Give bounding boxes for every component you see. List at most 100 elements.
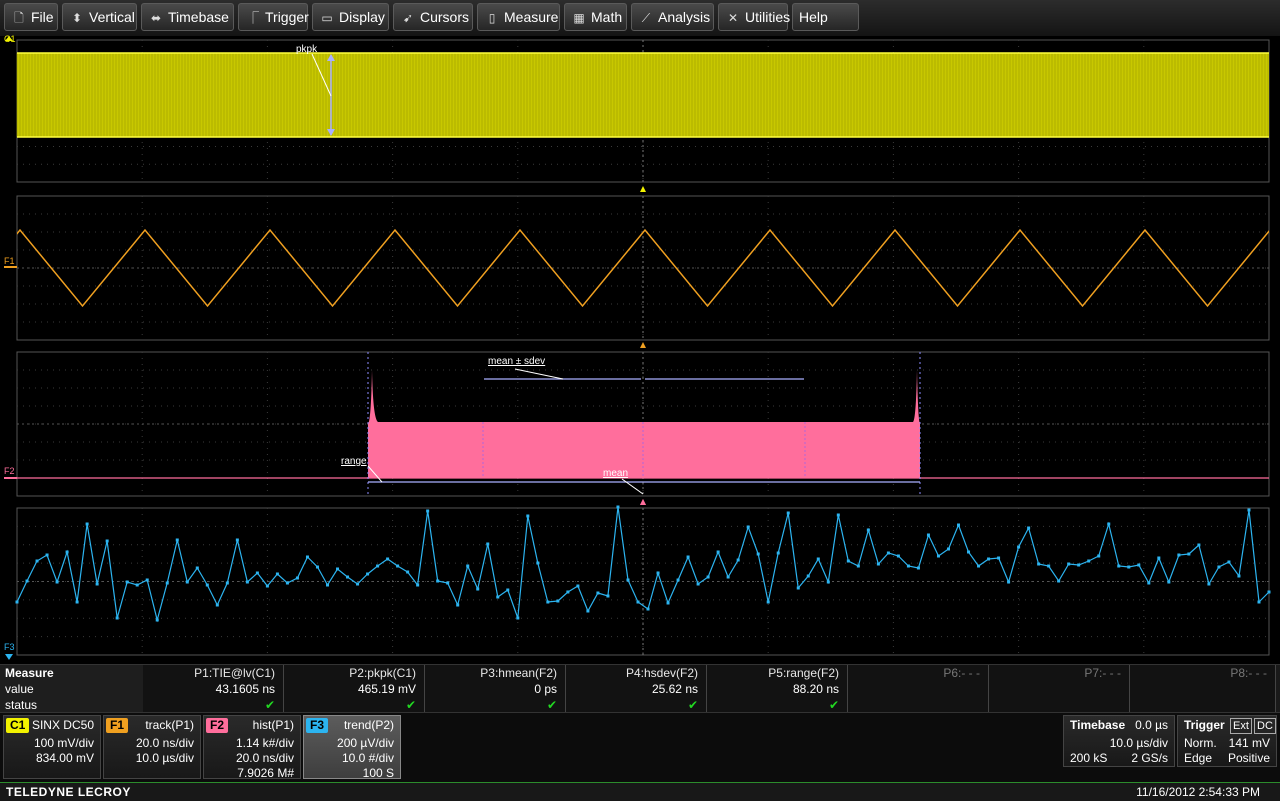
utilities-icon: ✕ [727, 11, 739, 25]
menu-label: Math [591, 9, 623, 25]
menu-label: File [31, 9, 54, 25]
timebase-delay: 0.0 µs [1135, 718, 1168, 732]
f2-tag: F2 [206, 718, 229, 733]
menu-file-button[interactable]: 🗋 File [4, 3, 58, 31]
measure-param-p2[interactable]: P2:pkpk(C1) 465.19 mV ✔ [284, 665, 425, 713]
f1-vdiv: 20.0 ns/div [135, 736, 194, 750]
value-row-label: value [5, 682, 34, 696]
menu-math-button[interactable]: ▦ Math [564, 3, 627, 31]
f3-function: trend(P2) [343, 718, 394, 732]
f2-count: 7.9026 M# [237, 766, 294, 780]
measure-param-p1[interactable]: P1:TIE@lv(C1) 43.1605 ns ✔ [143, 665, 284, 713]
f2-vdiv: 1.14 k#/div [235, 736, 294, 750]
menu-label: Utilities [745, 9, 791, 25]
param-value: 0 ps [534, 682, 557, 696]
timebase-samples: 200 kS [1070, 751, 1108, 765]
f3-descriptor[interactable]: F3 trend(P2) 200 µV/div 10.0 #/div 100 S [303, 715, 401, 780]
menu-label: Vertical [89, 9, 135, 25]
status-bar: TELEDYNE LECROY 11/16/2012 2:54:33 PM [0, 782, 1280, 801]
f2-hdiv: 20.0 ns/div [235, 751, 294, 765]
measure-row-labels: Measure value status [0, 665, 144, 713]
menu-analysis-button[interactable]: ⟋ Analysis [631, 3, 714, 31]
param-name: P5:range(F2) [768, 666, 839, 680]
measure-param-p4[interactable]: P4:hsdev(F2) 25.62 ns ✔ [566, 665, 707, 713]
menu-cursors-button[interactable]: ➹ Cursors [393, 3, 473, 31]
f2-trace-label[interactable]: F2 [4, 466, 15, 476]
param-name: P3:hmean(F2) [480, 666, 557, 680]
menu-label: Display [339, 9, 385, 25]
c1-offset: 834.00 mV [35, 751, 94, 765]
trigger-level: 141 mV [1228, 736, 1270, 750]
param-status-check: ✔ [687, 698, 698, 712]
f1-descriptor[interactable]: F1 track(P1) 20.0 ns/div 10.0 µs/div [103, 715, 201, 779]
measure-param-p6[interactable]: P6:- - - [848, 665, 989, 713]
menu-trigger-button[interactable]: ⎾ Trigger [238, 3, 309, 31]
trigger-icon: ⎾ [246, 11, 259, 25]
menu-utilities-button[interactable]: ✕ Utilities [718, 3, 791, 31]
param-name: P8:- - - [1230, 666, 1267, 680]
measure-param-p8[interactable]: P8:- - - [1130, 665, 1276, 713]
menu-vertical-button[interactable]: ⬍ Vertical [62, 3, 137, 31]
trigger-type: Edge [1184, 751, 1213, 765]
menu-help-button[interactable]: Help [792, 3, 859, 31]
timebase-div: 10.0 µs/div [1109, 736, 1168, 750]
waveform-display[interactable]: C1 F1 F2 F3 pkpk mean ± sdev range mean [0, 34, 1280, 664]
menu-measure-button[interactable]: ▯ Measure [477, 3, 560, 31]
menu-label: Help [799, 9, 828, 25]
param-name: P7:- - - [1084, 666, 1121, 680]
param-value: 88.20 ns [792, 682, 839, 696]
measure-table[interactable]: Measure value status P1:TIE@lv(C1) 43.160… [0, 664, 1280, 713]
descriptor-bar: C1 SINX DC50 100 mV/div 834.00 mV F1 tra… [0, 712, 1280, 783]
menu-label: Timebase [168, 9, 229, 25]
f1-trace-label[interactable]: F1 [4, 256, 15, 266]
c1-descriptor[interactable]: C1 SINX DC50 100 mV/div 834.00 mV [3, 715, 101, 779]
trigger-slope: Positive [1227, 751, 1270, 765]
measure-title: Measure [5, 666, 54, 680]
f3-trace-label[interactable]: F3 [4, 642, 15, 652]
trigger-position-marker [640, 342, 646, 348]
trigger-title: Trigger [1184, 718, 1225, 732]
f3-tag: F3 [306, 718, 329, 733]
timebase-title: Timebase [1070, 718, 1126, 732]
param-name: P6:- - - [943, 666, 980, 680]
measure-param-p3[interactable]: P3:hmean(F2) 0 ps ✔ [425, 665, 566, 713]
menu-label: Measure [504, 9, 559, 25]
param-value: 25.62 ns [651, 682, 698, 696]
menu-timebase-button[interactable]: ⬌ Timebase [141, 3, 234, 31]
range-annotation: range [341, 456, 367, 467]
param-name: P1:TIE@lv(C1) [194, 666, 275, 680]
f3-hdiv: 10.0 #/div [341, 751, 394, 765]
pkpk-annotation: pkpk [296, 44, 318, 55]
mean-annotation: mean [603, 468, 629, 479]
trigger-coupling-dc: DC [1254, 718, 1276, 734]
waveform-grids [4, 36, 1271, 660]
menu-label: Cursors [420, 9, 470, 25]
f3-count: 100 S [362, 766, 394, 780]
vertical-icon: ⬍ [71, 11, 83, 25]
measure-param-p5[interactable]: P5:range(F2) 88.20 ns ✔ [707, 665, 848, 713]
c1-trace-label[interactable]: C1 [4, 34, 16, 44]
c1-coupling: SINX DC50 [31, 718, 94, 732]
measure-icon: ▯ [488, 11, 496, 25]
param-name: P2:pkpk(C1) [349, 666, 416, 680]
cursors-icon: ➹ [402, 11, 414, 25]
timebase-rate: 2 GS/s [1131, 751, 1168, 765]
measure-param-p7[interactable]: P7:- - - [989, 665, 1130, 713]
timebase-icon: ⬌ [150, 11, 162, 25]
datetime: 11/16/2012 2:54:33 PM [1136, 785, 1260, 799]
trigger-descriptor[interactable]: Trigger Ext DC Norm. 141 mV Edge Positiv… [1177, 715, 1277, 767]
menu-label: Trigger [265, 9, 309, 25]
analysis-icon: ⟋ [641, 11, 651, 25]
display-icon: ▭ [321, 11, 333, 25]
mean-sdev-annotation: mean ± sdev [488, 356, 546, 367]
trigger-mode: Norm. [1184, 736, 1217, 750]
param-value: 465.19 mV [357, 682, 416, 696]
param-name: P4:hsdev(F2) [625, 666, 698, 680]
timebase-descriptor[interactable]: Timebase 0.0 µs 10.0 µs/div 200 kS 2 GS/… [1063, 715, 1175, 767]
brand-logo: TELEDYNE LECROY [6, 785, 131, 799]
f2-function: hist(P1) [252, 718, 294, 732]
f2-descriptor[interactable]: F2 hist(P1) 1.14 k#/div 20.0 ns/div 7.90… [203, 715, 301, 780]
menu-display-button[interactable]: ▭ Display [312, 3, 389, 31]
f1-function: track(P1) [145, 718, 194, 732]
status-row-label: status [5, 698, 38, 712]
